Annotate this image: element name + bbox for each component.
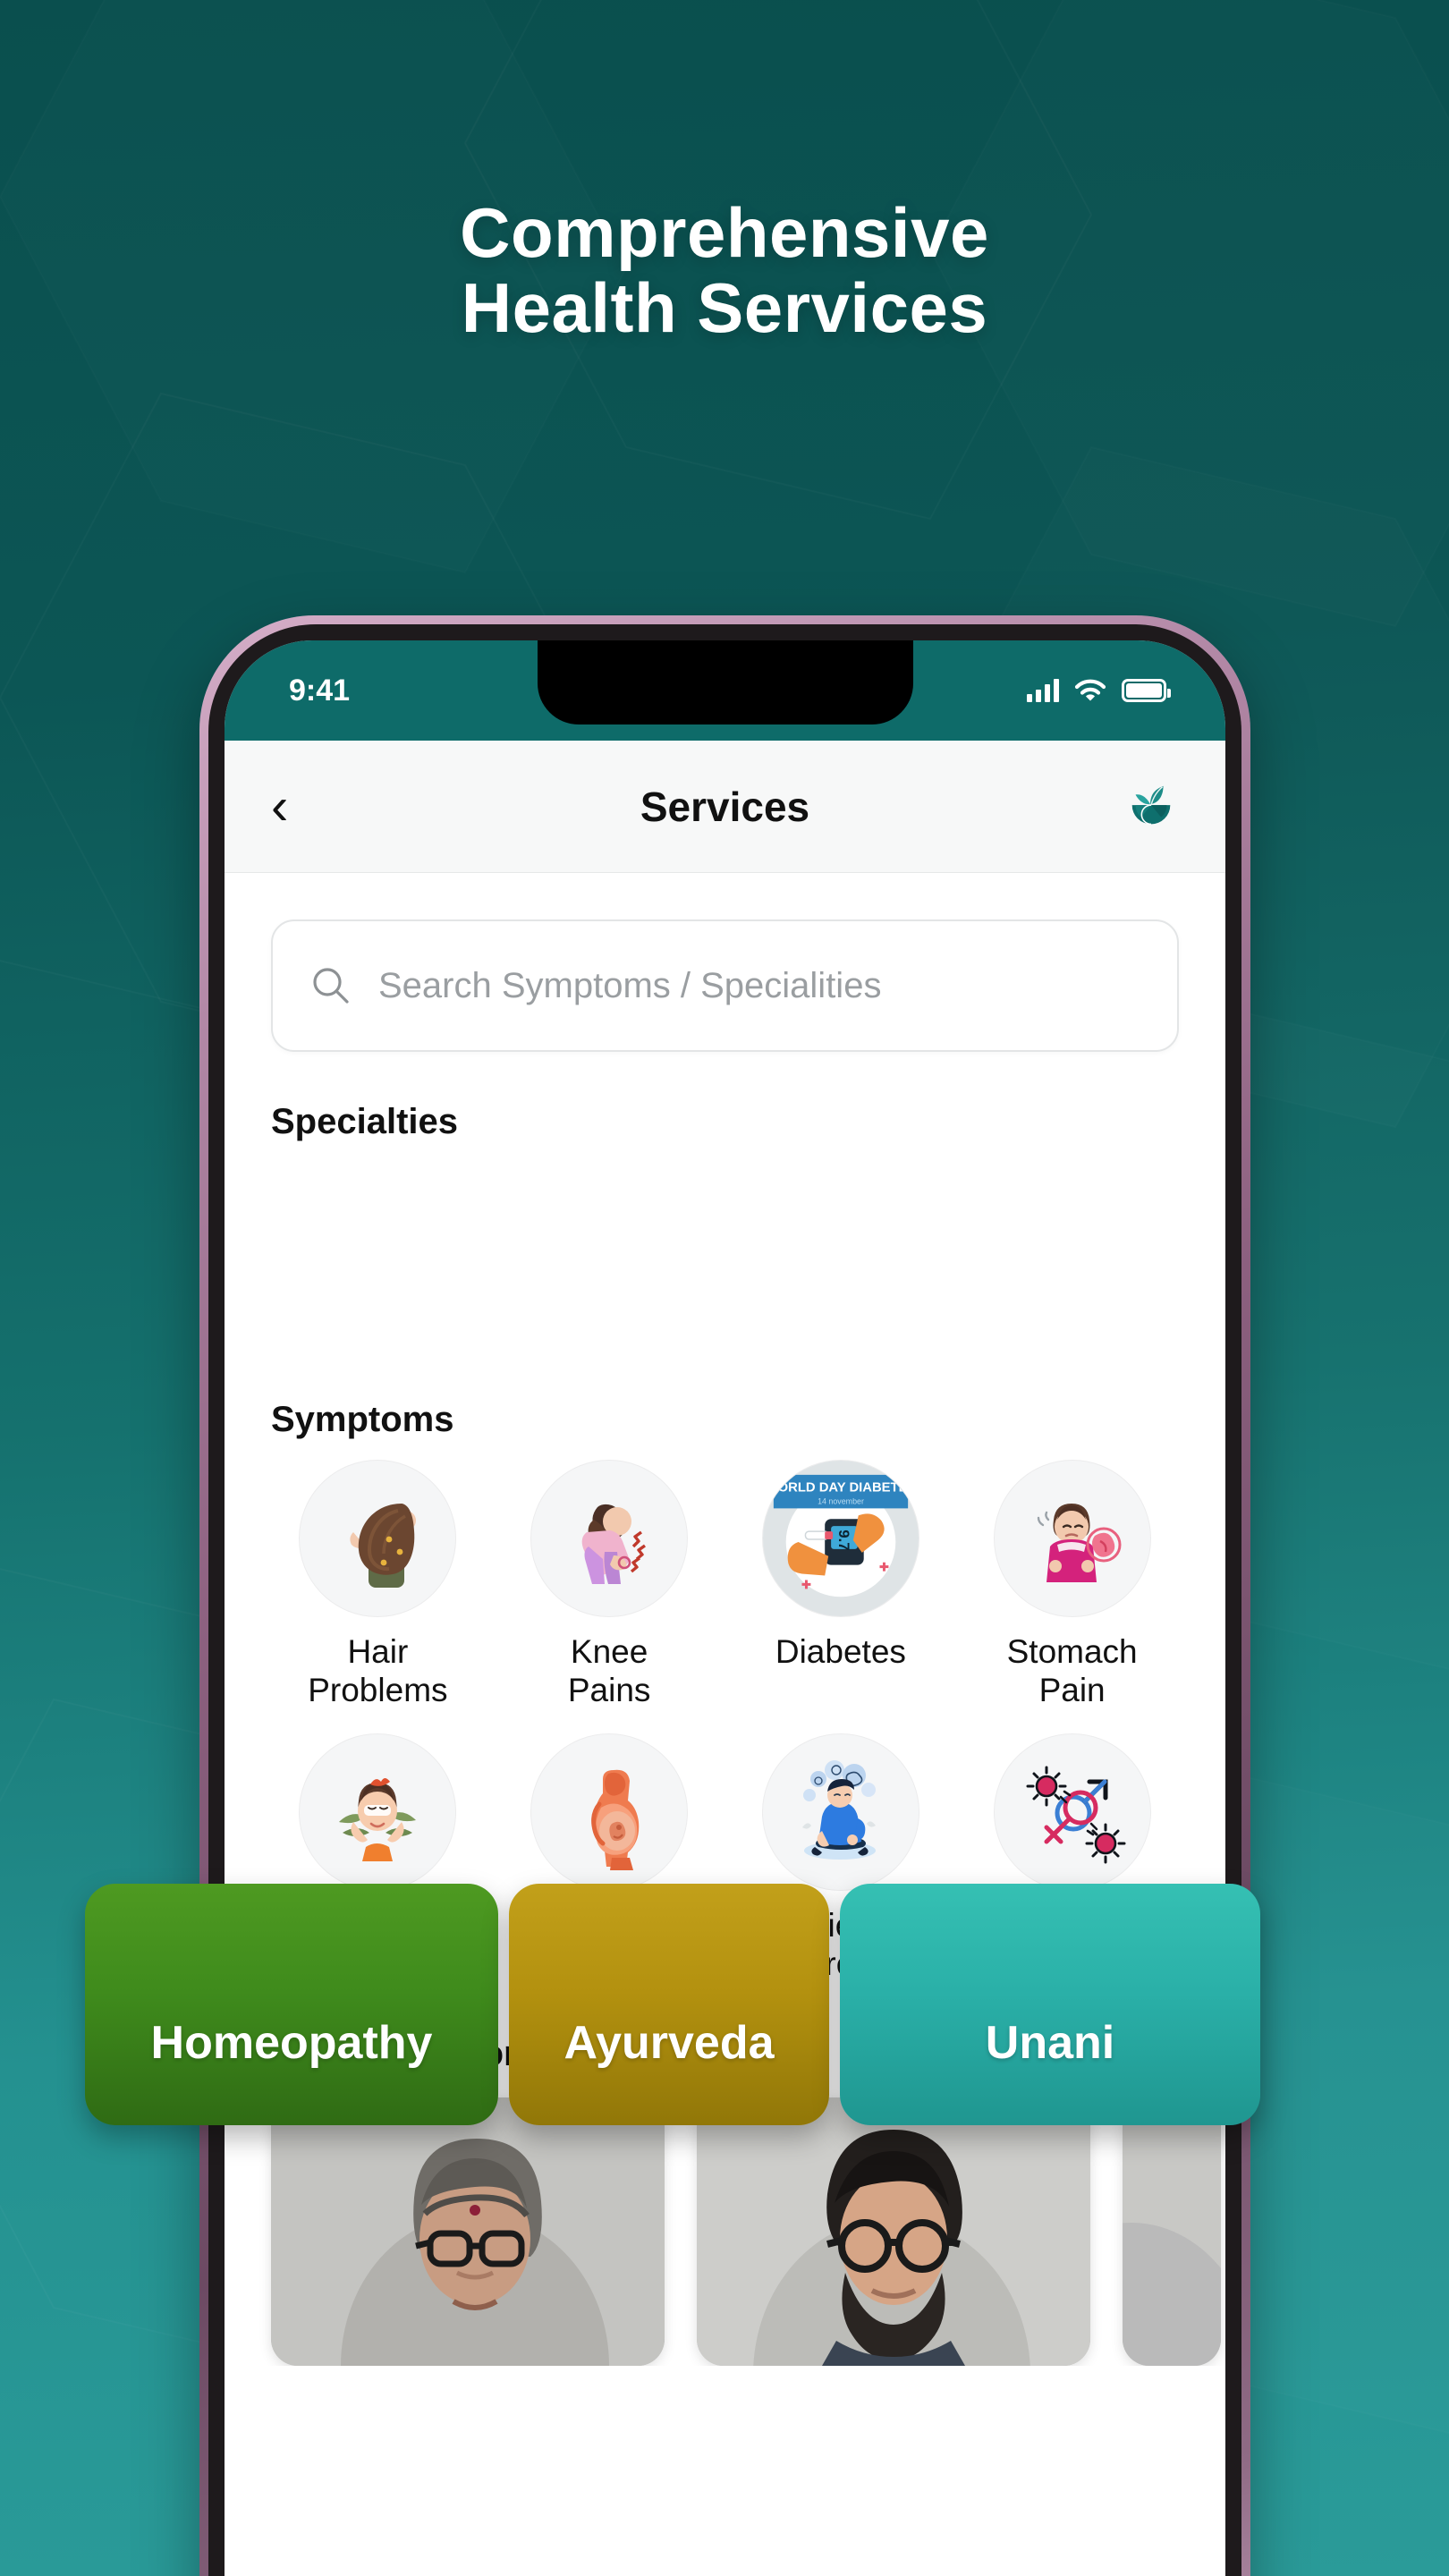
specialty-label: Homeopathy bbox=[150, 2017, 433, 2069]
doctor-photo-partial bbox=[1123, 2097, 1221, 2366]
search-input[interactable]: Search Symptoms / Specialities bbox=[271, 919, 1179, 1052]
doctor-card[interactable] bbox=[271, 2097, 665, 2366]
battery-full-icon bbox=[1122, 679, 1171, 702]
symptom-item-stomach-pain[interactable]: Stomach Pain bbox=[956, 1460, 1188, 1710]
symptoms-heading: Symptoms bbox=[271, 1400, 454, 1439]
phone-screen: 9:41 ‹ Services Search Symptoms / Specia… bbox=[225, 640, 1225, 2576]
hair-problems-icon bbox=[299, 1460, 457, 1617]
specialties-heading: Specialties bbox=[271, 1102, 459, 1141]
specialty-card-homeopathy[interactable]: Homeopathy bbox=[85, 1884, 498, 2125]
search-icon bbox=[313, 968, 349, 1004]
diabetes-glucometer-icon: WORLD DAY DIABETES 14 november 9.7 bbox=[761, 1460, 919, 1617]
symptom-label: Stomach Pain bbox=[1006, 1633, 1138, 1708]
anxiety-stress-icon bbox=[761, 1733, 919, 1891]
doctor-photo-male bbox=[697, 2097, 1090, 2366]
specialties-row: Homeopathy Ayurveda Unani bbox=[85, 1884, 1365, 2125]
pimple-acne-icon bbox=[299, 1733, 457, 1891]
wifi-icon bbox=[1074, 679, 1106, 701]
page-title: Services bbox=[640, 783, 810, 830]
phone-notch bbox=[537, 640, 913, 724]
promo-headline: Comprehensive Health Services bbox=[0, 193, 1449, 348]
sexual-health-icon bbox=[993, 1733, 1151, 1891]
cellular-signal-icon bbox=[1027, 679, 1059, 702]
symptom-label: Knee Pains bbox=[567, 1633, 651, 1708]
symptom-label: Hair Problems bbox=[308, 1633, 448, 1708]
specialty-label: Ayurveda bbox=[564, 2017, 775, 2069]
app-header: ‹ Services bbox=[225, 741, 1225, 873]
doctor-card[interactable] bbox=[697, 2097, 1090, 2366]
headline-line-1: Comprehensive bbox=[460, 193, 989, 272]
specialty-label: Unani bbox=[985, 2017, 1115, 2069]
status-time: 9:41 bbox=[289, 673, 351, 708]
knee-pains-icon bbox=[530, 1460, 689, 1617]
symptom-item-hair-problems[interactable]: Hair Problems bbox=[262, 1460, 494, 1710]
specialty-card-ayurveda[interactable]: Ayurveda bbox=[509, 1884, 829, 2125]
symptom-label: Diabetes bbox=[775, 1633, 906, 1670]
svg-text:14 november: 14 november bbox=[818, 1496, 864, 1505]
leaf-bowl-logo-icon bbox=[1131, 785, 1171, 825]
search-section: Search Symptoms / Specialities bbox=[225, 873, 1225, 1052]
symptom-item-diabetes[interactable]: WORLD DAY DIABETES 14 november 9.7 Diabe… bbox=[725, 1460, 957, 1710]
doctor-card[interactable] bbox=[1123, 2097, 1221, 2366]
pregnancy-issues-icon bbox=[530, 1733, 689, 1891]
phone-mockup: 9:41 ‹ Services Search Symptoms / Specia… bbox=[85, 615, 1260, 2576]
headline-line-2: Health Services bbox=[461, 268, 988, 348]
symptom-item-knee-pains[interactable]: Knee Pains bbox=[494, 1460, 725, 1710]
stomach-pain-icon bbox=[993, 1460, 1151, 1617]
svg-text:WORLD DAY DIABETES: WORLD DAY DIABETES bbox=[766, 1481, 917, 1496]
status-bar: 9:41 bbox=[225, 640, 1225, 741]
doctor-photo-female bbox=[271, 2097, 665, 2366]
search-placeholder: Search Symptoms / Specialities bbox=[378, 965, 882, 1005]
svg-text:9.7: 9.7 bbox=[835, 1530, 852, 1550]
specialty-card-unani[interactable]: Unani bbox=[840, 1884, 1260, 2125]
